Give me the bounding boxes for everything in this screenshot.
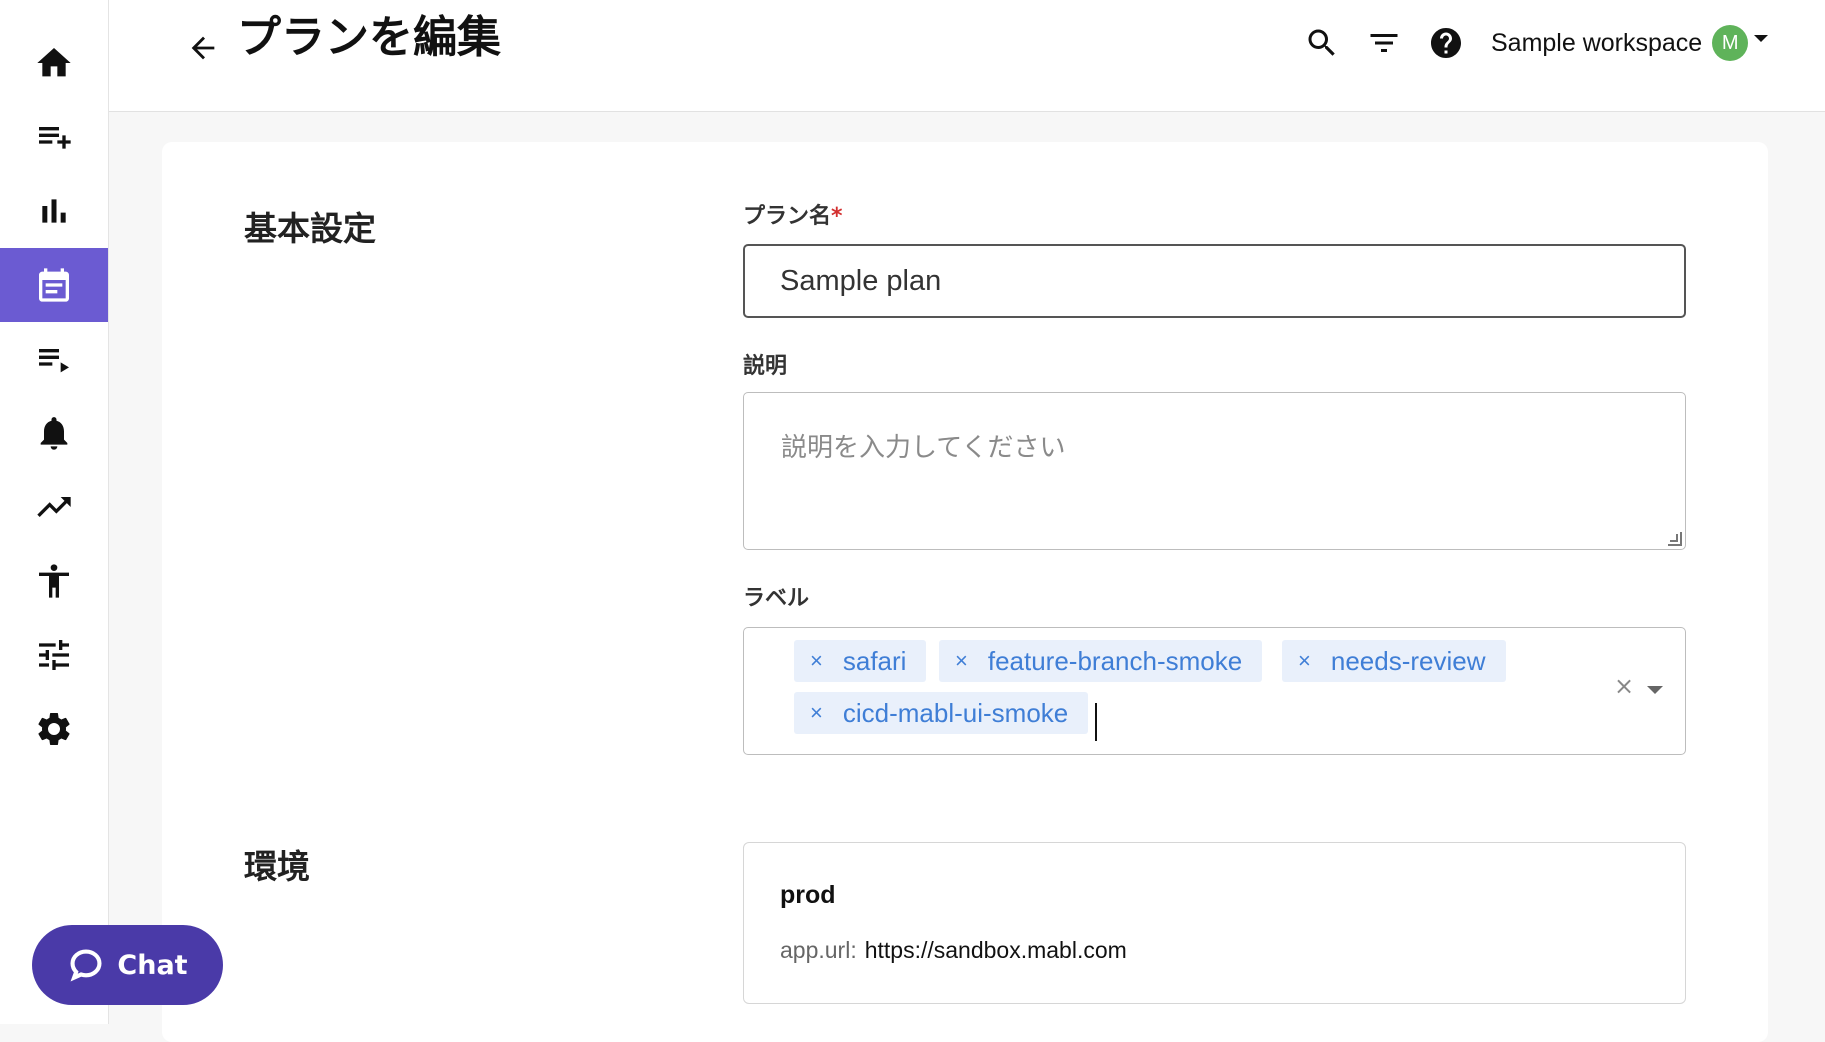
chip-remove-icon[interactable]: × bbox=[955, 648, 968, 674]
page-title: プランを編集 bbox=[237, 12, 501, 63]
chip-remove-icon[interactable]: × bbox=[1298, 648, 1311, 674]
labels-multiselect[interactable]: × safari × feature-branch-smoke × needs-… bbox=[743, 627, 1686, 755]
label-chip: × safari bbox=[794, 640, 927, 682]
nav-configuration[interactable] bbox=[0, 618, 108, 692]
back-button[interactable] bbox=[179, 24, 227, 72]
playlist-play-icon bbox=[39, 349, 69, 373]
workspace-switcher[interactable]: Sample workspace M bbox=[1491, 22, 1769, 64]
section-basic-title: 基本設定 bbox=[244, 209, 376, 248]
nav-accessibility[interactable] bbox=[0, 544, 108, 618]
text-cursor bbox=[1095, 703, 1097, 741]
label-chip: × cicd-mabl-ui-smoke bbox=[794, 692, 1089, 734]
home-icon bbox=[37, 48, 71, 77]
environment-url-value: https://sandbox.mabl.com bbox=[864, 937, 1127, 963]
environment-card[interactable]: prod app.url: https://sandbox.mabl.com bbox=[743, 842, 1686, 1004]
chevron-down-icon bbox=[1754, 34, 1769, 42]
bell-icon bbox=[40, 417, 68, 450]
plan-name-label-text: プラン名 bbox=[743, 204, 832, 229]
sidebar bbox=[0, 0, 109, 1024]
resize-handle-icon[interactable] bbox=[1668, 532, 1682, 546]
chip-label: cicd-mabl-ui-smoke bbox=[842, 697, 1069, 728]
accessibility-icon bbox=[39, 564, 69, 598]
help-icon bbox=[1431, 28, 1461, 58]
search-icon bbox=[1308, 29, 1335, 56]
filter-icon bbox=[1370, 34, 1398, 52]
environment-name: prod bbox=[780, 881, 836, 909]
clear-all-icon[interactable]: × bbox=[1614, 672, 1634, 700]
chip-label: feature-branch-smoke bbox=[987, 645, 1243, 676]
avatar: M bbox=[1712, 25, 1749, 61]
top-header: プランを編集 Sample workspace M bbox=[109, 0, 1825, 112]
description-textarea[interactable]: 説明を入力してください bbox=[743, 392, 1686, 550]
nav-results[interactable] bbox=[0, 174, 108, 248]
required-mark: * bbox=[831, 204, 843, 229]
chat-bubble-icon bbox=[70, 949, 102, 982]
chip-label: safari bbox=[842, 645, 907, 676]
chip-label: needs-review bbox=[1330, 645, 1486, 676]
arrow-back-icon bbox=[191, 36, 215, 60]
help-button[interactable] bbox=[1423, 20, 1469, 66]
tune-icon bbox=[39, 640, 69, 670]
nav-runs[interactable] bbox=[0, 322, 108, 396]
playlist-add-icon bbox=[39, 127, 71, 149]
chat-button[interactable]: Chat bbox=[32, 925, 223, 1005]
labels-label: ラベル bbox=[743, 586, 810, 611]
nav-settings[interactable] bbox=[0, 692, 108, 766]
label-chip: × needs-review bbox=[1282, 640, 1506, 682]
gear-icon bbox=[38, 712, 70, 745]
chip-remove-icon[interactable]: × bbox=[810, 700, 823, 726]
nav-home[interactable] bbox=[0, 26, 108, 100]
nav-plans[interactable] bbox=[0, 248, 108, 322]
search-button[interactable] bbox=[1299, 20, 1345, 66]
filter-button[interactable] bbox=[1361, 20, 1407, 66]
chat-label: Chat bbox=[117, 949, 188, 981]
description-placeholder: 説明を入力してください bbox=[781, 433, 1066, 463]
dropdown-arrow-icon[interactable] bbox=[1647, 686, 1663, 694]
nav-insights[interactable] bbox=[0, 470, 108, 544]
plan-name-label: プラン名* bbox=[743, 198, 843, 230]
trending-up-icon bbox=[37, 497, 71, 517]
description-label: 説明 bbox=[743, 354, 788, 379]
edit-plan-card: 基本設定 プラン名* Sample plan 説明 説明を入力してください ラベ… bbox=[162, 142, 1768, 1042]
plan-name-input[interactable]: Sample plan bbox=[743, 244, 1686, 318]
bar-chart-icon bbox=[42, 199, 66, 223]
chip-remove-icon[interactable]: × bbox=[810, 648, 823, 674]
calendar-plan-icon bbox=[39, 268, 69, 302]
environment-url-key: app.url: bbox=[780, 937, 857, 963]
label-chip: × feature-branch-smoke bbox=[939, 640, 1263, 682]
nav-create-test[interactable] bbox=[0, 100, 108, 174]
workspace-name: Sample workspace bbox=[1491, 28, 1703, 57]
nav-notifications[interactable] bbox=[0, 396, 108, 470]
section-environment-title: 環境 bbox=[244, 847, 310, 886]
environment-url-row: app.url: https://sandbox.mabl.com bbox=[780, 937, 1127, 964]
